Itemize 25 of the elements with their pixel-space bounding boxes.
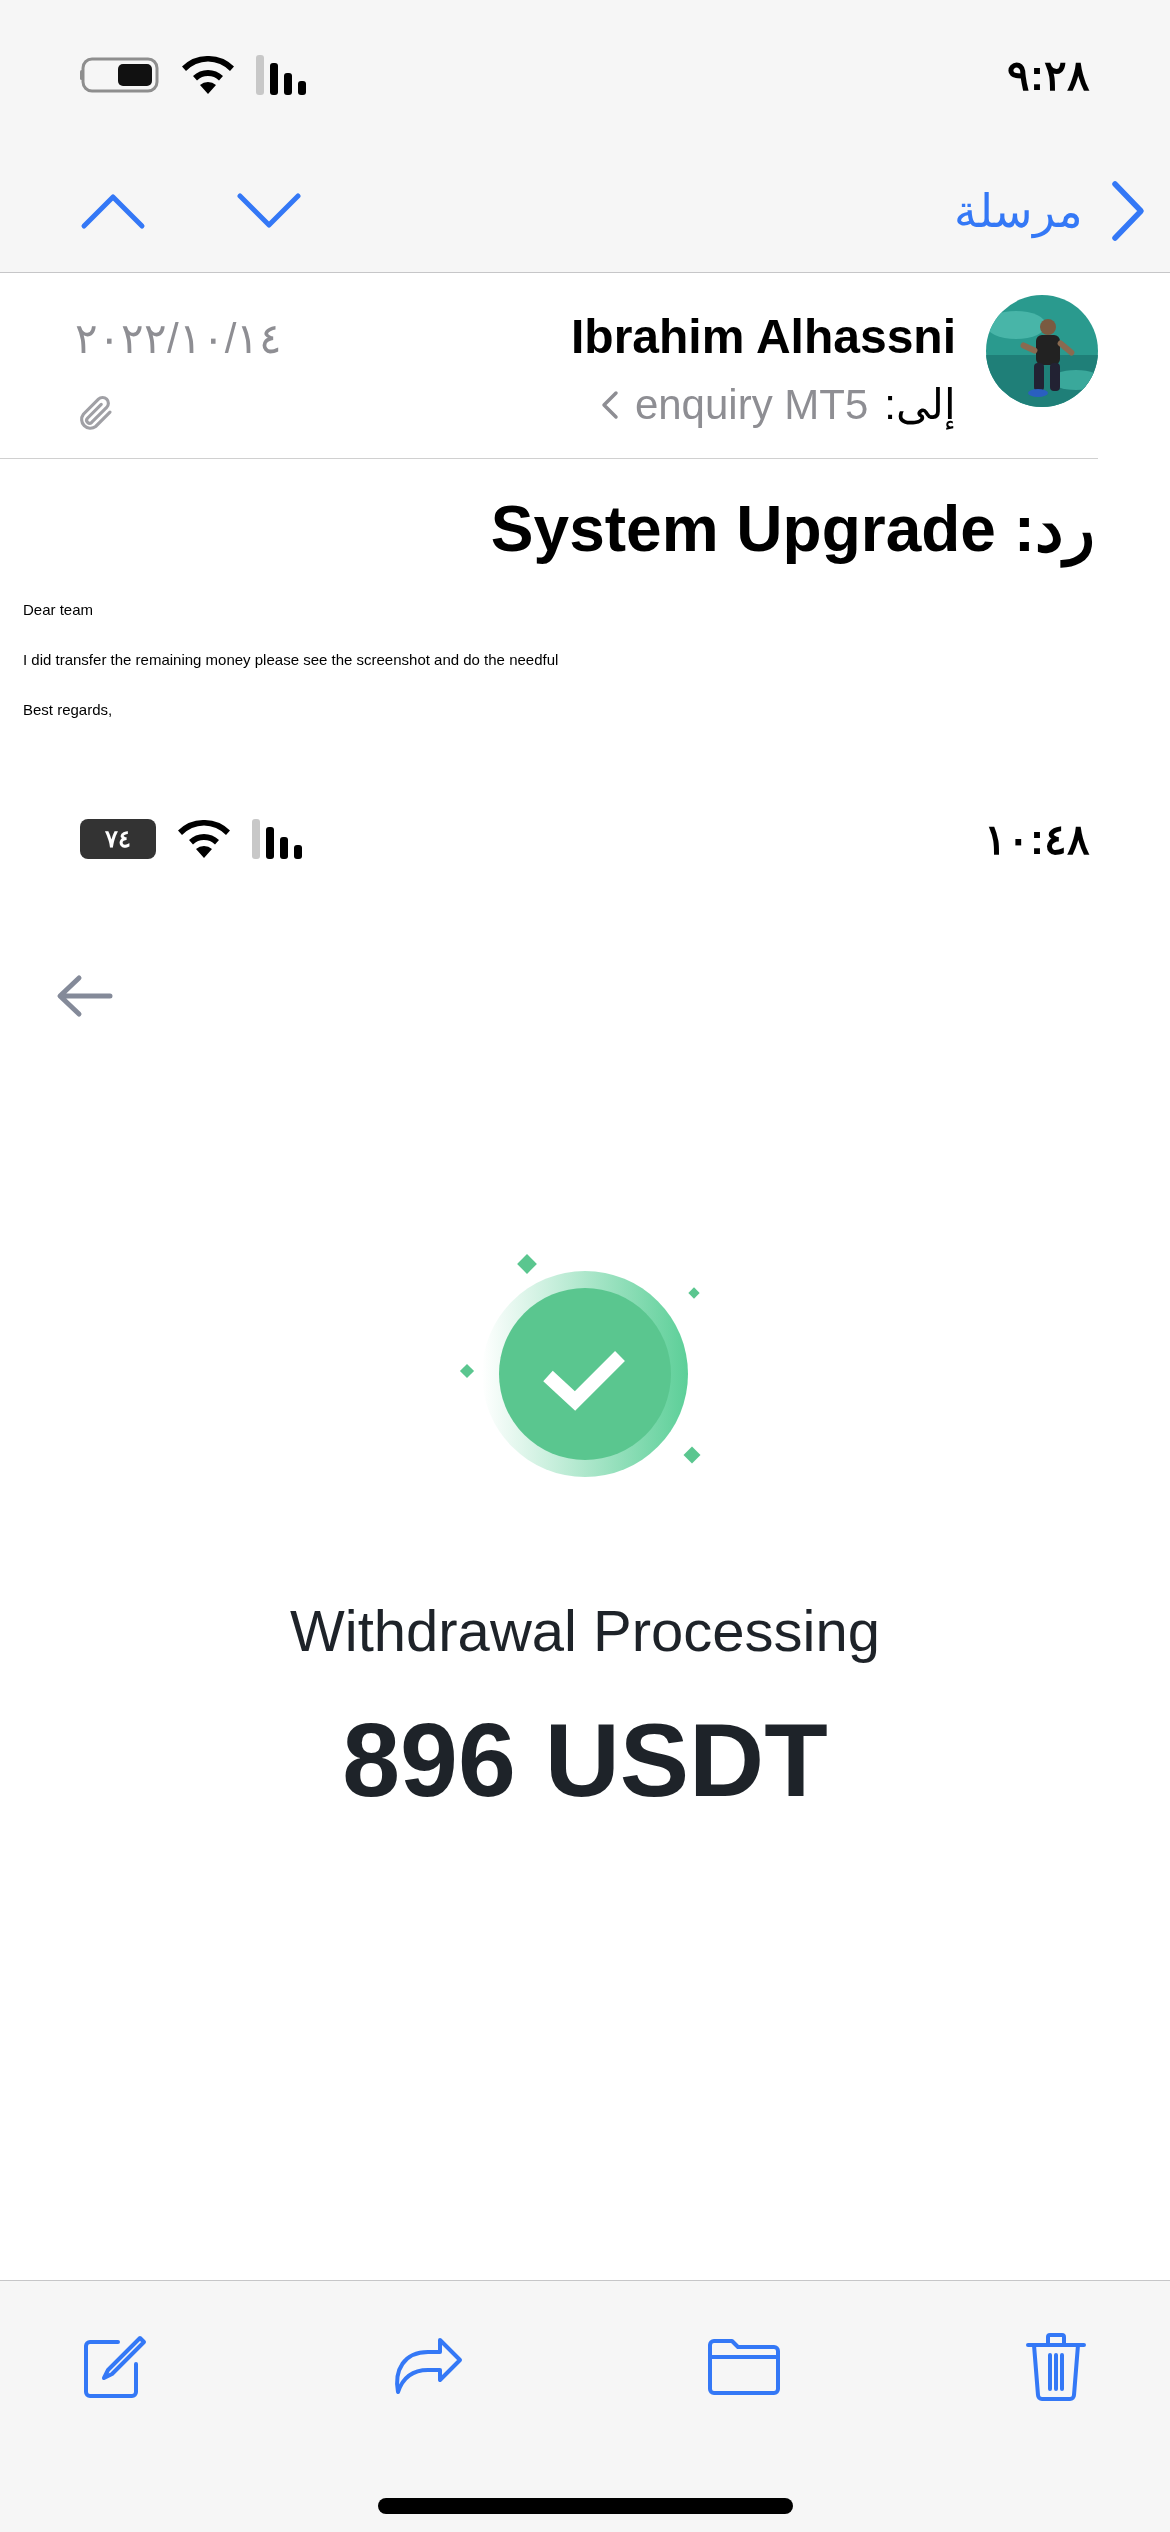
compose-button[interactable] xyxy=(82,2334,148,2400)
status-title: Withdrawal Processing xyxy=(290,1597,880,1665)
folder-button[interactable] xyxy=(706,2337,782,2397)
status-time: ٩:٢٨ xyxy=(1007,50,1090,101)
to-label: إلى: xyxy=(884,380,956,432)
back-arrow-icon[interactable] xyxy=(55,974,113,1018)
battery-level: ٧٤ xyxy=(80,819,156,859)
sender-name: Ibrahim Alhassni xyxy=(571,309,956,365)
back-button[interactable]: مرسلة xyxy=(954,176,1145,246)
chevron-icon xyxy=(1111,180,1145,242)
trash-button[interactable] xyxy=(1024,2331,1088,2403)
wifi-icon xyxy=(182,56,234,94)
battery-icon xyxy=(80,57,160,93)
amount: 896 USDT xyxy=(342,1708,828,1812)
previous-message-button[interactable] xyxy=(80,192,146,230)
next-message-button[interactable] xyxy=(236,192,302,230)
wifi-icon xyxy=(178,820,230,858)
body-paragraph: Dear team xyxy=(23,601,95,619)
message-date: ٢٠٢٢/١٠/١٤ xyxy=(75,314,283,364)
body-paragraph: I did transfer the remaining money please see the screenshot and do the needful xyxy=(23,651,560,669)
body-paragraph: Best regards, xyxy=(23,701,114,719)
message-subject: رد: System Upgrade xyxy=(0,459,1170,601)
chevron-icon[interactable] xyxy=(600,389,619,420)
recipient-name[interactable]: enquiry MT5 xyxy=(634,373,869,436)
status-time: ١٠:٤٨ xyxy=(984,814,1090,865)
